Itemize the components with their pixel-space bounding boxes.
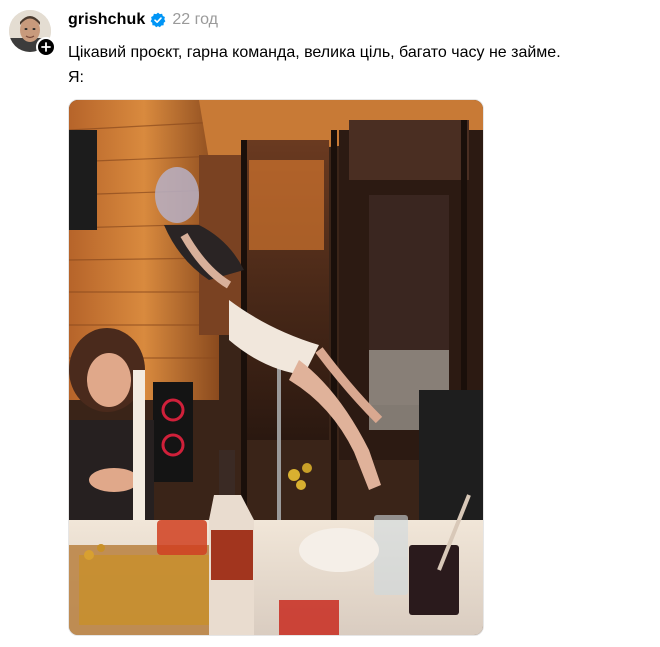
verified-badge-icon [150,12,166,28]
post-video[interactable] [68,99,484,636]
avatar-container[interactable] [9,10,56,57]
post-caption: Цікавий проєкт, гарна команда, велика ці… [68,40,561,90]
follow-button[interactable] [36,37,56,57]
caption-line: Я: [68,69,84,86]
caption-line: Цікавий проєкт, гарна команда, велика ці… [68,44,561,61]
thread-post: grishchuk 22 год Цікавий проєкт, гарна к… [0,0,660,647]
username[interactable]: grishchuk [68,11,145,29]
post-header: grishchuk 22 год [68,10,218,30]
post-timestamp[interactable]: 22 год [172,11,218,29]
plus-icon [41,42,51,52]
